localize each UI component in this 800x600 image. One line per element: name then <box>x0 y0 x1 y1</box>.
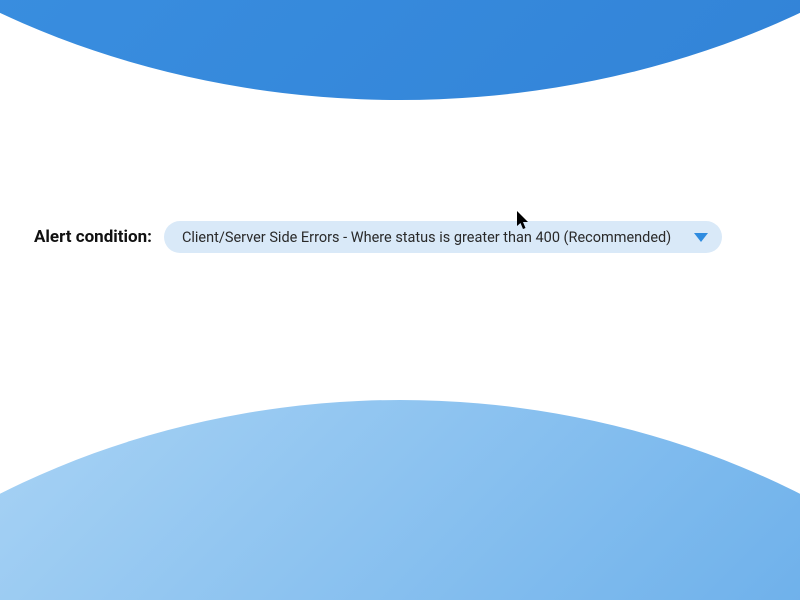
alert-condition-label: Alert condition: <box>34 227 152 247</box>
alert-condition-selected-value: Client/Server Side Errors - Where status… <box>182 229 682 246</box>
background-arc-top <box>0 0 800 100</box>
alert-condition-dropdown[interactable]: Client/Server Side Errors - Where status… <box>164 221 722 253</box>
background-arc-bottom <box>0 400 800 600</box>
chevron-down-icon <box>694 233 708 242</box>
alert-condition-row: Alert condition: Client/Server Side Erro… <box>34 221 722 253</box>
